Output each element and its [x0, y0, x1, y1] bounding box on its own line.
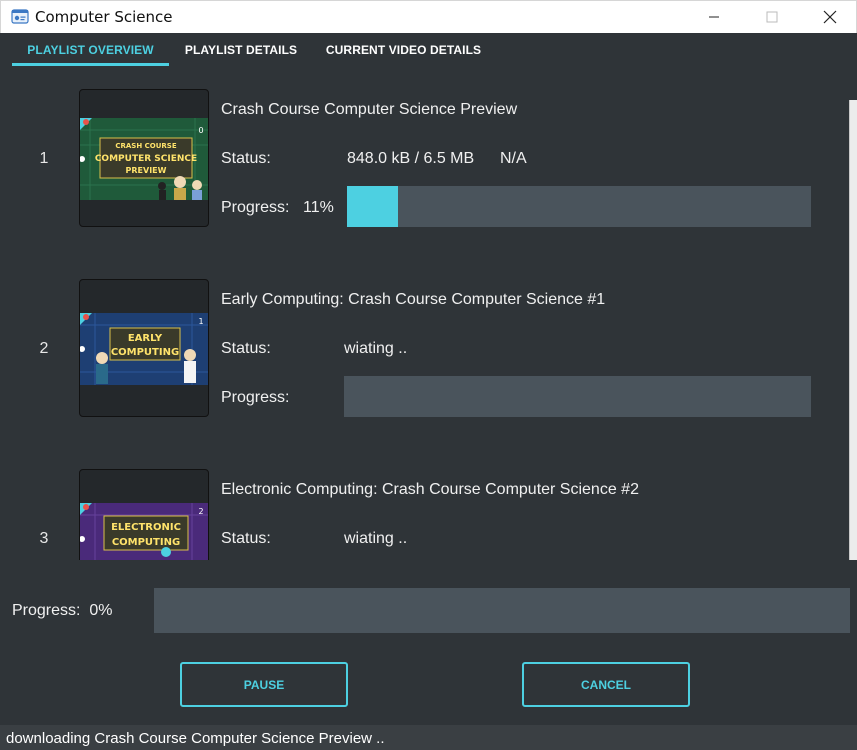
scrollbar-thumb[interactable]: [849, 100, 857, 560]
video-thumbnail: CRASH COURSE COMPUTER SCIENCE PREVIEW 0: [79, 89, 209, 227]
overall-progress-caption: Progress:: [12, 602, 81, 619]
item-index: 3: [39, 530, 49, 547]
close-icon: [823, 10, 837, 24]
svg-text:COMPUTING: COMPUTING: [112, 537, 180, 548]
svg-text:2: 2: [198, 507, 203, 516]
status-size: 848.0 kB / 6.5 MB: [347, 150, 475, 167]
svg-text:COMPUTING: COMPUTING: [111, 347, 179, 358]
active-tab-indicator: [12, 63, 169, 66]
video-thumbnail: EARLY COMPUTING 1: [79, 279, 209, 417]
status-text: wiating ..: [344, 340, 408, 357]
svg-text:EARLY: EARLY: [128, 333, 163, 344]
status-extra: N/A: [500, 150, 527, 167]
tab-bar: PLAYLIST OVERVIEW PLAYLIST DETAILS CURRE…: [0, 33, 857, 69]
cancel-button[interactable]: CANCEL: [522, 662, 690, 707]
close-button[interactable]: [807, 1, 853, 33]
minimize-button[interactable]: [691, 1, 737, 33]
video-title: Crash Course Computer Science Preview: [221, 101, 518, 118]
svg-text:0: 0: [198, 126, 203, 135]
scrollbar-up-area[interactable]: [849, 70, 857, 98]
playlist-list[interactable]: 1 CRASH COURSE COMPUTER SCIENCE PREVIEW …: [0, 70, 857, 560]
svg-text:ELECTRONIC: ELECTRONIC: [111, 522, 181, 533]
overall-progress-bar: [154, 588, 850, 633]
svg-text:COMPUTER SCIENCE: COMPUTER SCIENCE: [95, 154, 197, 164]
playlist-item: 3 ELECTRONIC COMPUTING 2 Electronic Comp…: [0, 450, 849, 560]
svg-text:CRASH COURSE: CRASH COURSE: [115, 142, 176, 150]
item-index: 2: [39, 340, 49, 357]
minimize-icon: [709, 16, 719, 18]
progress-percent: 11%: [303, 199, 334, 216]
status-label: Status:: [221, 150, 271, 167]
app-icon: [11, 8, 29, 26]
svg-text:1: 1: [198, 317, 203, 326]
svg-text:PREVIEW: PREVIEW: [126, 166, 167, 175]
item-progress-fill: [347, 186, 399, 227]
tab-current-video-details[interactable]: CURRENT VIDEO DETAILS: [320, 33, 487, 67]
maximize-button[interactable]: [749, 1, 795, 33]
playlist-item: 2 EARLY COMPUTING 1 Early Computing: Cra…: [0, 260, 849, 450]
maximize-icon: [766, 11, 778, 23]
pause-button[interactable]: PAUSE: [180, 662, 348, 707]
tab-playlist-details[interactable]: PLAYLIST DETAILS: [176, 33, 306, 67]
status-bar: downloading Crash Course Computer Scienc…: [0, 725, 857, 750]
window-title: Computer Science: [35, 8, 173, 26]
tab-playlist-overview[interactable]: PLAYLIST OVERVIEW: [12, 33, 169, 67]
item-progress-bar: [347, 186, 811, 227]
progress-label: Progress:: [221, 389, 290, 406]
overall-progress-label: Progress: 0%: [12, 602, 112, 620]
item-progress-bar: [344, 376, 811, 417]
status-text: wiating ..: [344, 530, 408, 547]
video-title: Early Computing: Crash Course Computer S…: [221, 291, 606, 308]
playlist-item: 1 CRASH COURSE COMPUTER SCIENCE PREVIEW …: [0, 70, 849, 260]
video-title: Electronic Computing: Crash Course Compu…: [221, 481, 639, 498]
title-bar: Computer Science: [0, 0, 857, 33]
item-index: 1: [39, 150, 49, 167]
status-bar-text: downloading Crash Course Computer Scienc…: [6, 730, 385, 747]
video-thumbnail: ELECTRONIC COMPUTING 2: [79, 469, 209, 560]
progress-label: Progress:: [221, 199, 290, 216]
status-label: Status:: [221, 340, 271, 357]
overall-progress-percent: 0%: [89, 602, 113, 619]
status-label: Status:: [221, 530, 271, 547]
